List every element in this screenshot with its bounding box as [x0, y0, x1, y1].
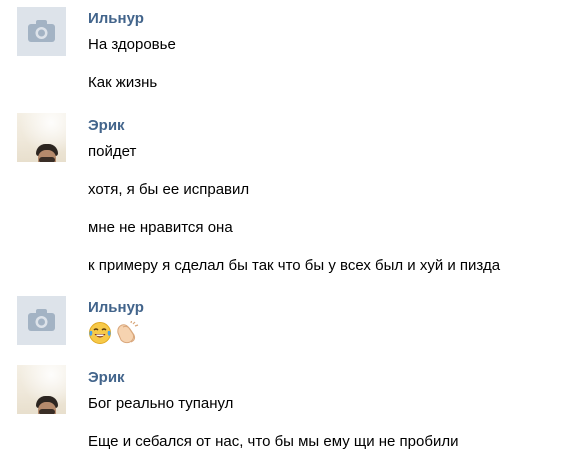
message-text: Еще и себался от нас, что бы мы ему щи н… [88, 433, 459, 450]
author-name[interactable]: Эрик [88, 369, 125, 387]
message-text: к примеру я сделал бы так что бы у всех … [88, 257, 501, 274]
avatar[interactable] [17, 365, 66, 414]
author-name[interactable]: Ильнур [88, 299, 144, 317]
message-text: Бог реально тупанул [88, 395, 234, 412]
message-text: пойдет [88, 143, 137, 160]
chat-history: Ильнур На здоровье Как жизнь Эрик пойдет… [0, 0, 563, 474]
message-text: На здоровье [88, 36, 176, 53]
camera-icon [28, 20, 55, 42]
tears-of-joy-emoji-icon [89, 322, 111, 344]
author-name[interactable]: Ильнур [88, 10, 144, 28]
message-text: мне не нравится она [88, 219, 233, 236]
avatar[interactable] [17, 296, 66, 345]
avatar[interactable] [17, 113, 66, 162]
message-text: Как жизнь [88, 74, 158, 91]
avatar[interactable] [17, 7, 66, 56]
author-name[interactable]: Эрик [88, 117, 125, 135]
clapping-hands-emoji-icon [117, 321, 139, 344]
emoji-row [88, 321, 148, 345]
message-text: хотя, я бы ее исправил [88, 181, 250, 198]
camera-icon [28, 309, 55, 331]
